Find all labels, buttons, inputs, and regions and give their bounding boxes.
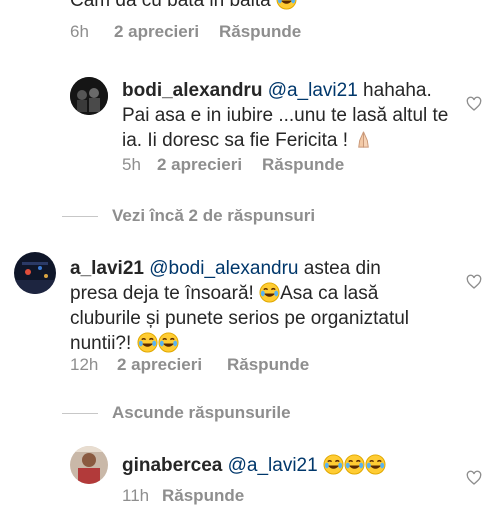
comment-1-text: bodi_alexandru @a_lavi21 hahaha. Pai asa…	[122, 80, 449, 151]
divider-line	[62, 412, 98, 414]
comment-3-time: 11h	[122, 486, 150, 505]
comment-1-username[interactable]: bodi_alexandru	[122, 80, 262, 101]
comment-2-mention[interactable]: @bodi_alexandru	[149, 258, 298, 279]
comment-1-reply-button[interactable]: Răspunde	[262, 155, 344, 175]
comment-3-mention[interactable]: @a_lavi21	[228, 455, 318, 476]
comment-3-text: ginabercea @a_lavi21	[122, 453, 386, 478]
avatar-image	[14, 252, 56, 294]
like-heart-icon[interactable]	[466, 274, 482, 290]
comment-2-likes[interactable]: 2 aprecieri	[117, 355, 202, 375]
avatar-a-lavi21[interactable]	[14, 252, 56, 294]
folded-hands-emoji-icon	[358, 131, 370, 148]
laugh-emoji-icon	[323, 454, 344, 475]
avatar-ginabercea[interactable]	[70, 446, 108, 484]
avatar-image	[70, 446, 108, 484]
laugh-emoji-icon	[276, 0, 297, 10]
laugh-emoji-icon	[259, 282, 280, 303]
comment-3-reply-button[interactable]: Răspunde	[162, 486, 244, 506]
comment-1-time: 5h	[122, 155, 141, 174]
like-heart-icon[interactable]	[466, 96, 482, 112]
hide-replies-button[interactable]: Ascunde răspunsurile	[62, 403, 291, 423]
laugh-emoji-icon	[137, 332, 158, 353]
comment-0-time: 6h	[70, 22, 89, 41]
avatar-image	[70, 77, 108, 115]
comment-2-reply-button[interactable]: Răspunde	[227, 355, 309, 375]
comment-1-mention[interactable]: @a_lavi21	[268, 80, 358, 101]
comment-0-reply-button[interactable]: Răspunde	[219, 22, 301, 42]
comment-3-username[interactable]: ginabercea	[122, 455, 222, 476]
comment-2-text: a_lavi21 @bodi_alexandru astea din presa…	[70, 258, 410, 354]
avatar-bodi-alexandru[interactable]	[70, 77, 108, 115]
comment-2-time: 12h	[70, 355, 99, 374]
divider-line	[62, 215, 98, 217]
laugh-emoji-icon	[344, 454, 365, 475]
laugh-emoji-icon	[365, 454, 386, 475]
like-heart-icon[interactable]	[466, 470, 482, 486]
comment-1-likes[interactable]: 2 aprecieri	[157, 155, 242, 175]
comment-0-text: Cam da cu bata in balta	[70, 0, 297, 13]
comment-0-likes[interactable]: 2 aprecieri	[114, 22, 199, 42]
view-more-replies-button[interactable]: Vezi încă 2 de răspunsuri	[62, 206, 315, 226]
laugh-emoji-icon	[158, 332, 179, 353]
comment-2-username[interactable]: a_lavi21	[70, 258, 144, 279]
